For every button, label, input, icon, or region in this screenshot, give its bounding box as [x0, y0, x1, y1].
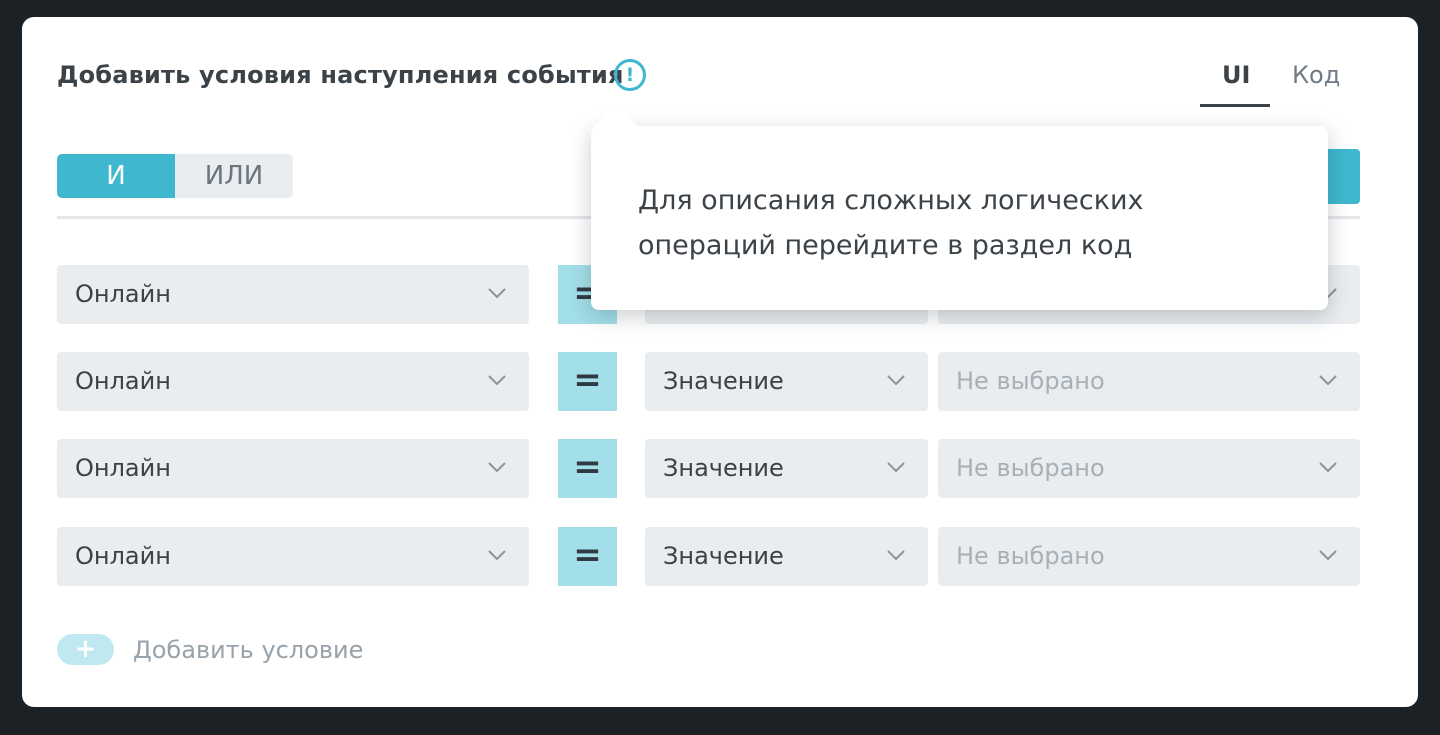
value-select[interactable]: Не выбрано: [938, 527, 1360, 586]
value-select-value: Не выбрано: [956, 542, 1105, 570]
condition-row: Онлайн = Значение Не выбрано: [22, 352, 1418, 412]
field-select[interactable]: Онлайн: [57, 527, 529, 586]
field-select[interactable]: Онлайн: [57, 352, 529, 411]
tab-code[interactable]: Код: [1292, 61, 1340, 89]
chevron-down-icon: [488, 375, 506, 386]
field-select-value: Онлайн: [75, 542, 171, 570]
chevron-down-icon: [1319, 462, 1337, 473]
chevron-down-icon: [488, 288, 506, 299]
mode-select-value: Значение: [663, 367, 784, 395]
info-tooltip: Для описания сложных логических операций…: [591, 126, 1328, 310]
field-select-value: Онлайн: [75, 367, 171, 395]
tooltip-line-1: Для описания сложных логических: [638, 185, 1144, 216]
add-condition-button[interactable]: + Добавить условие: [57, 634, 363, 665]
condition-row: Онлайн = Значение Не выбрано: [22, 439, 1418, 499]
operator-button[interactable]: =: [558, 439, 617, 498]
tab-ui[interactable]: UI: [1222, 61, 1250, 89]
logic-toggle: И ИЛИ: [57, 154, 293, 198]
tooltip-arrow: [592, 103, 640, 129]
field-select[interactable]: Онлайн: [57, 439, 529, 498]
logic-or-button[interactable]: ИЛИ: [175, 154, 293, 198]
field-select-value: Онлайн: [75, 454, 171, 482]
chevron-down-icon: [887, 462, 905, 473]
exclamation-circle-icon[interactable]: !: [614, 59, 646, 91]
chevron-down-icon: [488, 550, 506, 561]
condition-row: Онлайн = Значение Не выбрано: [22, 527, 1418, 587]
value-select[interactable]: Не выбрано: [938, 352, 1360, 411]
chevron-down-icon: [1319, 375, 1337, 386]
event-conditions-card: Добавить условия наступления события ! U…: [22, 17, 1418, 707]
mode-select[interactable]: Значение: [645, 439, 928, 498]
value-select-value: Не выбрано: [956, 454, 1105, 482]
mode-select-value: Значение: [663, 454, 784, 482]
operator-button[interactable]: =: [558, 527, 617, 586]
mode-select[interactable]: Значение: [645, 352, 928, 411]
add-condition-label: Добавить условие: [133, 635, 364, 664]
chevron-down-icon: [887, 550, 905, 561]
operator-button[interactable]: =: [558, 352, 617, 411]
tooltip-line-2: операций перейдите в раздел код: [638, 230, 1133, 261]
mode-select[interactable]: Значение: [645, 527, 928, 586]
field-select[interactable]: Онлайн: [57, 265, 529, 324]
chevron-down-icon: [1319, 550, 1337, 561]
mode-select-value: Значение: [663, 542, 784, 570]
chevron-down-icon: [887, 375, 905, 386]
logic-and-button[interactable]: И: [57, 154, 175, 198]
active-tab-indicator: [1200, 104, 1270, 107]
value-select-value: Не выбрано: [956, 367, 1105, 395]
field-select-value: Онлайн: [75, 280, 171, 308]
plus-icon: +: [57, 634, 114, 665]
page-title: Добавить условия наступления события: [57, 61, 624, 89]
chevron-down-icon: [488, 462, 506, 473]
value-select[interactable]: Не выбрано: [938, 439, 1360, 498]
